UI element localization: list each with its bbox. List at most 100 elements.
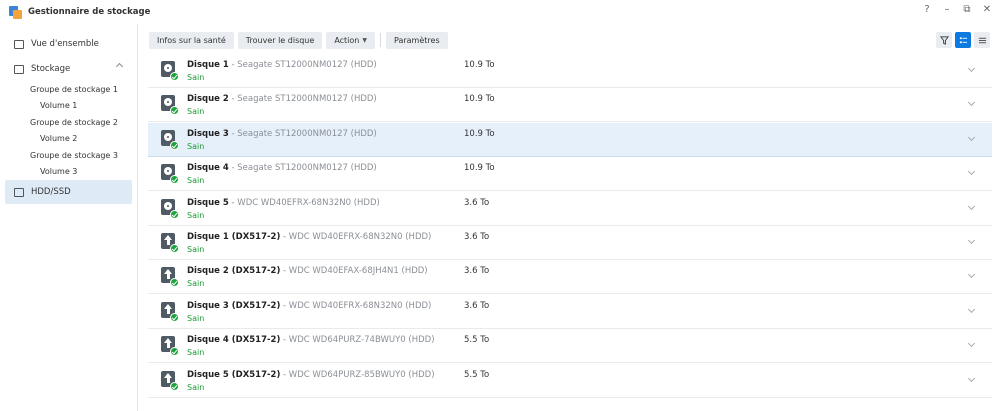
disk-model: - WDC WD40EFAX-68JH4N1 (HDD) — [280, 266, 428, 277]
sidebar-item-label: Stockage — [31, 64, 71, 74]
disk-model: - WDC WD64PURZ-85BWUY0 (HDD) — [280, 369, 435, 380]
hard-disk-icon — [161, 61, 179, 81]
disk-name-line: Disque 4 - Seagate ST12000NM0127 (HDD) — [187, 163, 377, 173]
disk-row[interactable]: Disque 2 (DX517-2) - WDC WD40EFAX-68JH4N… — [148, 260, 992, 295]
chevron-down-icon[interactable] — [967, 202, 976, 210]
disk-name-line: Disque 3 - Seagate ST12000NM0127 (HDD) — [187, 129, 377, 139]
hdd-icon — [14, 187, 24, 197]
disk-name-line: Disque 5 - WDC WD40EFRX-68N32N0 (HDD) — [187, 198, 380, 208]
disk-row[interactable]: Disque 3 - Seagate ST12000NM0127 (HDD) Sa… — [148, 122, 992, 157]
chevron-down-icon[interactable] — [967, 305, 976, 313]
chevron-down-icon[interactable] — [967, 374, 976, 382]
chevron-down-icon[interactable] — [967, 168, 976, 176]
expansion-disk-icon — [161, 267, 179, 288]
disk-status: Sain — [187, 210, 205, 220]
sidebar-item-overview[interactable]: Vue d'ensemble — [5, 32, 132, 56]
chevron-down-icon[interactable] — [967, 271, 976, 279]
hard-disk-icon — [161, 95, 179, 116]
sidebar-item-storage[interactable]: Stockage — [5, 57, 132, 81]
app-title: Gestionnaire de stockage — [28, 7, 151, 17]
disk-name-line: Disque 3 (DX517-2) - WDC WD40EFRX-68N32N… — [187, 301, 431, 311]
disk-name-line: Disque 1 (DX517-2) - WDC WD40EFRX-68N32N… — [187, 232, 431, 242]
disk-size: 10.9 To — [464, 60, 495, 70]
disk-status: Sain — [187, 245, 205, 254]
expansion-disk-icon — [161, 336, 179, 357]
find-disk-button[interactable]: Trouver le disque — [237, 31, 323, 49]
chevron-down-icon[interactable] — [967, 64, 976, 73]
toolbar-divider — [380, 33, 381, 47]
close-icon[interactable]: ✕ — [982, 4, 992, 15]
disk-row[interactable]: Disque 5 - WDC WD40EFRX-68N32N0 (HDD) Sai… — [148, 192, 992, 226]
disk-name: Disque 1 (DX517-2) — [187, 232, 281, 242]
disk-name: Disque 1 — [187, 60, 229, 70]
disk-row[interactable]: Disque 1 (DX517-2) - WDC WD40EFRX-68N32N… — [148, 226, 992, 260]
action-label: Action — [334, 35, 360, 45]
minimize-icon[interactable]: – — [942, 4, 952, 15]
restore-icon[interactable]: ⧉ — [962, 4, 972, 15]
filter-button[interactable] — [936, 32, 952, 48]
disk-status: Sain — [187, 73, 205, 82]
detail-list-icon — [959, 36, 967, 43]
sidebar: Vue d'ensemble Stockage Groupe de stocka… — [0, 24, 138, 411]
settings-button[interactable]: Paramètres — [386, 31, 448, 49]
chevron-down-icon[interactable] — [967, 236, 976, 245]
hard-disk-icon — [161, 198, 179, 219]
disk-name: Disque 3 (DX517-2) — [187, 300, 281, 311]
hard-disk-icon — [161, 164, 179, 185]
storage-icon — [14, 64, 24, 74]
sidebar-item-group-3[interactable]: Groupe de stockage 3 — [30, 151, 118, 160]
disk-model: - Seagate ST12000NM0127 (HDD) — [228, 163, 377, 174]
healthy-check-icon — [170, 106, 179, 116]
disk-row[interactable]: Disque 3 (DX517-2) - WDC WD40EFRX-68N32N… — [148, 295, 992, 329]
disk-status: Sain — [187, 176, 205, 186]
disk-size: 3.6 To — [464, 300, 490, 311]
disk-size: 3.6 To — [464, 197, 490, 208]
chevron-down-icon[interactable] — [967, 340, 976, 348]
health-info-button[interactable]: Infos sur la santé — [149, 31, 234, 49]
disk-row[interactable]: Disque 5 (DX517-2) - WDC WD64PURZ-85BWUY… — [148, 364, 992, 398]
sidebar-item-volume-3[interactable]: Volume 3 — [40, 167, 77, 176]
healthy-check-icon — [170, 244, 179, 253]
disk-model: - Seagate ST12000NM0127 (HDD) — [228, 60, 377, 70]
action-dropdown[interactable]: Action ▼ — [326, 31, 375, 49]
chevron-down-icon[interactable] — [967, 133, 976, 141]
sidebar-item-group-1[interactable]: Groupe de stockage 1 — [30, 85, 118, 94]
disk-status: Sain — [187, 279, 205, 289]
overview-icon — [14, 39, 24, 49]
detail-view-button[interactable] — [955, 32, 971, 48]
disk-row[interactable]: Disque 4 - Seagate ST12000NM0127 (HDD) Sa… — [148, 157, 992, 192]
caret-down-icon: ▼ — [362, 36, 367, 44]
disk-name-line: Disque 4 (DX517-2) - WDC WD64PURZ-74BWUY… — [187, 335, 435, 345]
healthy-check-icon — [170, 140, 179, 150]
healthy-check-icon — [170, 278, 179, 288]
healthy-check-icon — [170, 209, 179, 219]
list-view-button[interactable] — [974, 32, 990, 48]
chevron-up-icon[interactable] — [115, 62, 124, 71]
disk-row[interactable]: Disque 2 - Seagate ST12000NM0127 (HDD) Sa… — [148, 88, 992, 123]
chevron-down-icon[interactable] — [967, 99, 976, 107]
disk-status: Sain — [187, 382, 205, 392]
disk-model: - WDC WD40EFRX-68N32N0 (HDD) — [280, 300, 432, 311]
sidebar-item-hdd-ssd[interactable]: HDD/SSD — [5, 180, 132, 204]
disk-size: 10.9 To — [464, 128, 495, 139]
disk-model: - WDC WD40EFRX-68N32N0 (HDD) — [280, 232, 432, 242]
disk-size: 3.6 To — [464, 266, 490, 277]
sidebar-item-volume-1[interactable]: Volume 1 — [40, 101, 77, 110]
expansion-disk-icon — [161, 301, 179, 322]
disk-model: - WDC WD64PURZ-74BWUY0 (HDD) — [280, 335, 435, 346]
disk-size: 5.5 To — [464, 335, 490, 346]
disk-name-line: Disque 5 (DX517-2) - WDC WD64PURZ-85BWUY… — [187, 370, 435, 380]
disk-row[interactable]: Disque 4 (DX517-2) - WDC WD64PURZ-74BWUY… — [148, 329, 992, 364]
sidebar-item-group-2[interactable]: Groupe de stockage 2 — [30, 118, 118, 127]
disk-name: Disque 5 — [187, 197, 229, 208]
title-bar: Gestionnaire de stockage ? – ⧉ ✕ — [0, 0, 1000, 24]
sidebar-item-volume-2[interactable]: Volume 2 — [40, 134, 77, 143]
disk-row[interactable]: Disque 1 - Seagate ST12000NM0127 (HDD) Sa… — [148, 54, 992, 88]
help-icon[interactable]: ? — [922, 4, 932, 15]
disk-model: - Seagate ST12000NM0127 (HDD) — [228, 128, 377, 139]
disk-name: Disque 3 — [187, 128, 229, 139]
disk-name-line: Disque 1 - Seagate ST12000NM0127 (HDD) — [187, 60, 377, 70]
disk-model: - WDC WD40EFRX-68N32N0 (HDD) — [228, 197, 380, 208]
disk-name: Disque 4 — [187, 163, 229, 174]
filter-icon — [939, 35, 949, 45]
